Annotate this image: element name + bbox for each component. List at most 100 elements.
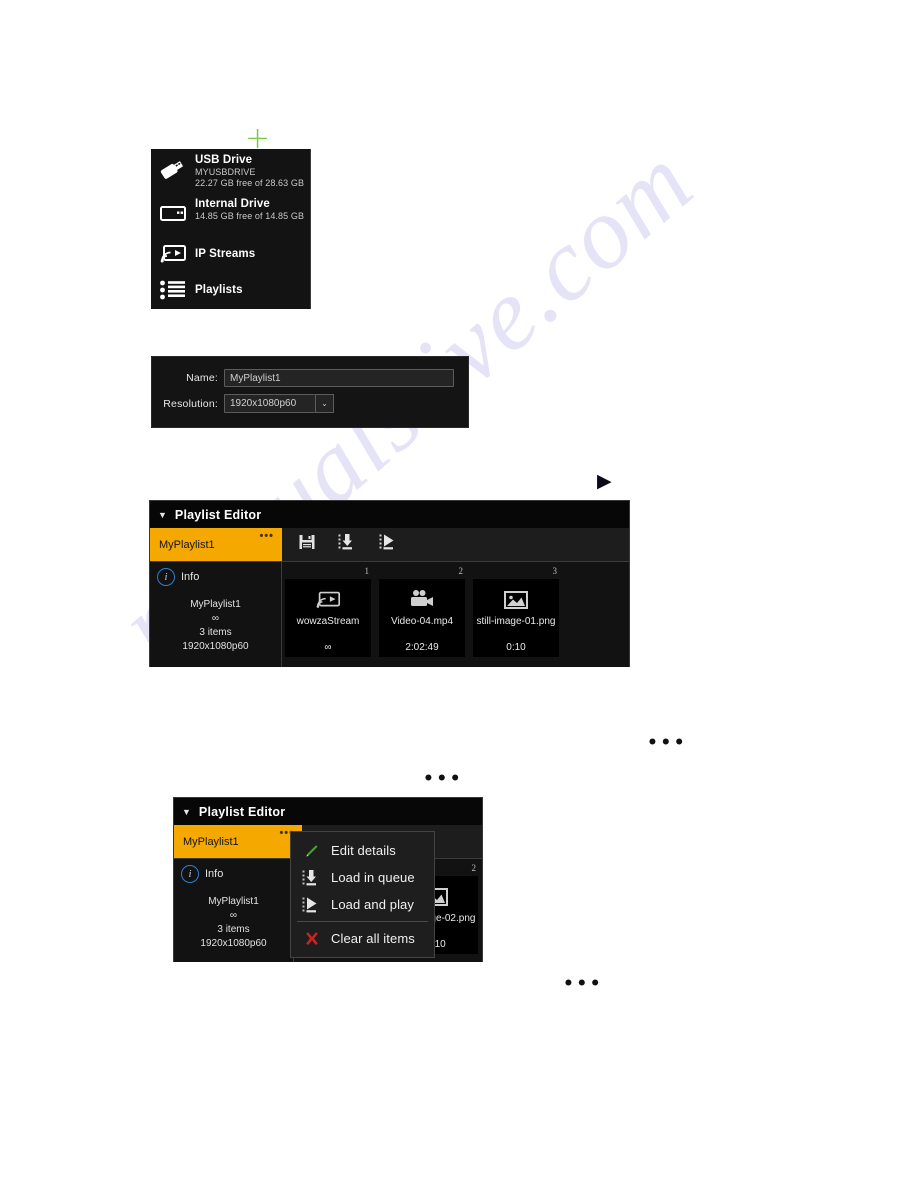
device-title: Internal Drive [195,198,270,210]
device-volume-name: MYUSBDRIVE [195,167,256,177]
tab-myplaylist1[interactable]: MyPlaylist1 ••• [150,528,282,561]
menu-item-label: Edit details [331,843,396,858]
playlist-item[interactable]: 3 still-image-01.png 0:10 [473,566,559,667]
info-icon: i [181,865,199,883]
playlist-editor-header: ▼ Playlist Editor [174,798,482,825]
info-playlist-name: MyPlaylist1 [208,896,259,907]
playlist-item[interactable]: 2 Video-04.mp4 2:02:49 [379,566,465,667]
menu-item-clear-all-items[interactable]: Clear all items [291,925,434,952]
menu-item-load-in-queue[interactable]: Load in queue [291,864,434,891]
info-resolution: 1920x1080p60 [200,938,267,949]
load-in-queue-icon [301,869,323,887]
tab-label: MyPlaylist1 [183,835,239,848]
usb-drive-icon [157,156,189,182]
playlist-info-pane: i Info MyPlaylist1 ∞ 3 items 1920x1080p6… [150,562,282,667]
ellipsis-marker-icon-bottom: ••• [563,974,604,994]
item-name: still-image-01.png [476,616,556,627]
name-row: Name: [152,369,454,387]
tab-overflow-dots-icon[interactable]: ••• [259,531,274,542]
device-capacity: 22.27 GB free of 28.63 GB [195,178,305,188]
info-heading: Info [181,571,200,583]
ip-streams-icon [157,241,189,267]
image-icon [503,585,529,615]
device-list-item-playlists[interactable]: Playlists [151,271,310,307]
item-index: 2 [458,566,464,576]
info-playlist-name: MyPlaylist1 [190,599,241,610]
resolution-row: Resolution: 1920x1080p60 ⌄ [152,394,454,413]
panel-title: Playlist Editor [198,804,286,819]
pencil-icon [301,842,323,860]
info-resolution: 1920x1080p60 [182,641,249,652]
item-duration: 0:10 [506,642,526,653]
item-index: 1 [364,566,370,576]
device-title: IP Streams [195,247,256,260]
collapse-caret-icon[interactable]: ▼ [158,510,167,520]
playlist-editor-toolbar [282,528,629,561]
load-and-play-icon [301,896,323,914]
save-icon [298,533,316,556]
resolution-value: 1920x1080p60 [230,398,297,409]
menu-item-load-and-play[interactable]: Load and play [291,891,434,918]
item-duration: 2:02:49 [405,642,439,653]
tab-label: MyPlaylist1 [159,538,215,551]
playlist-item[interactable]: 1 wowzaStream ∞ [285,566,371,667]
info-details: MyPlaylist1 ∞ 3 items 1920x1080p60 [150,598,281,654]
collapse-caret-icon[interactable]: ▼ [182,807,191,817]
load-and-play-button[interactable] [378,533,400,556]
menu-separator [297,921,428,922]
info-total-duration: ∞ [229,910,238,921]
device-info-internal: Internal Drive 14.85 GB free of 14.85 GB [195,197,304,222]
ellipsis-marker-icon-mid: ••• [423,769,464,789]
device-info-usb: USB Drive MYUSBDRIVE 22.27 GB free of 28… [195,153,304,189]
playlist-name-input[interactable] [224,369,454,387]
item-thumbnail[interactable]: wowzaStream ∞ [285,579,371,657]
item-duration: ∞ [324,642,332,653]
device-list-item-internal-drive[interactable]: Internal Drive 14.85 GB free of 14.85 GB [151,193,310,235]
info-icon: i [157,568,175,586]
playlist-info-pane: i Info MyPlaylist1 ∞ 3 items 1920x1080p6… [174,859,294,962]
playlists-icon [157,277,189,303]
resolution-label: Resolution: [163,397,218,410]
item-name: wowzaStream [296,616,360,627]
save-button[interactable] [296,535,318,555]
video-camera-icon [407,585,437,615]
load-in-queue-icon [338,533,358,556]
load-and-play-icon [379,533,399,556]
item-thumbnail[interactable]: Video-04.mp4 2:02:49 [379,579,465,657]
ellipsis-marker-icon-right: ••• [647,733,688,753]
playlist-properties-panel: Name: Resolution: 1920x1080p60 ⌄ [151,356,469,428]
device-list-item-ip-streams[interactable]: IP Streams [151,235,310,271]
name-label: Name: [186,372,218,384]
device-title: Playlists [195,283,243,296]
internal-drive-icon [157,200,189,226]
menu-item-label: Clear all items [331,931,415,946]
info-item-count: 3 items [199,627,232,638]
item-thumbnail[interactable]: still-image-01.png 0:10 [473,579,559,657]
menu-item-edit-details[interactable]: Edit details [291,837,434,864]
tab-myplaylist1[interactable]: MyPlaylist1 ••• [174,825,302,858]
item-index: 3 [552,566,558,576]
playlist-context-menu: Edit details Load in queue Load and play… [290,831,435,958]
device-list-item-usb-drive[interactable]: USB Drive MYUSBDRIVE 22.27 GB free of 28… [151,149,310,193]
info-heading: Info [205,868,224,880]
playlist-editor-header: ▼ Playlist Editor [150,501,629,528]
info-details: MyPlaylist1 ∞ 3 items 1920x1080p60 [174,895,293,951]
menu-item-label: Load in queue [331,870,415,885]
playlist-editor-tabbar: MyPlaylist1 ••• [150,528,629,562]
document-page: manualslive.com + USB Drive MYUSBDRIVE 2… [0,0,918,1186]
playlist-editor-panel-top: ▼ Playlist Editor MyPlaylist1 ••• i Info… [149,500,630,667]
chevron-down-icon[interactable]: ⌄ [315,394,334,413]
playlist-thumbnail-strip: 1 wowzaStream ∞ 2 Video-04.mp4 2:02:49 3… [282,562,629,667]
resolution-select[interactable]: 1920x1080p60 [224,394,315,413]
device-list-panel: USB Drive MYUSBDRIVE 22.27 GB free of 28… [151,149,311,309]
red-x-icon [301,930,323,948]
menu-item-label: Load and play [331,897,414,912]
load-in-queue-button[interactable] [337,533,359,556]
info-total-duration: ∞ [211,613,220,624]
playlist-editor-body: i Info MyPlaylist1 ∞ 3 items 1920x1080p6… [150,562,629,667]
device-capacity: 14.85 GB free of 14.85 GB [195,211,305,221]
info-header: i Info [174,865,293,883]
item-name: Video-04.mp4 [390,616,454,627]
play-marker-icon: ▶ [597,471,612,492]
info-item-count: 3 items [217,924,250,935]
